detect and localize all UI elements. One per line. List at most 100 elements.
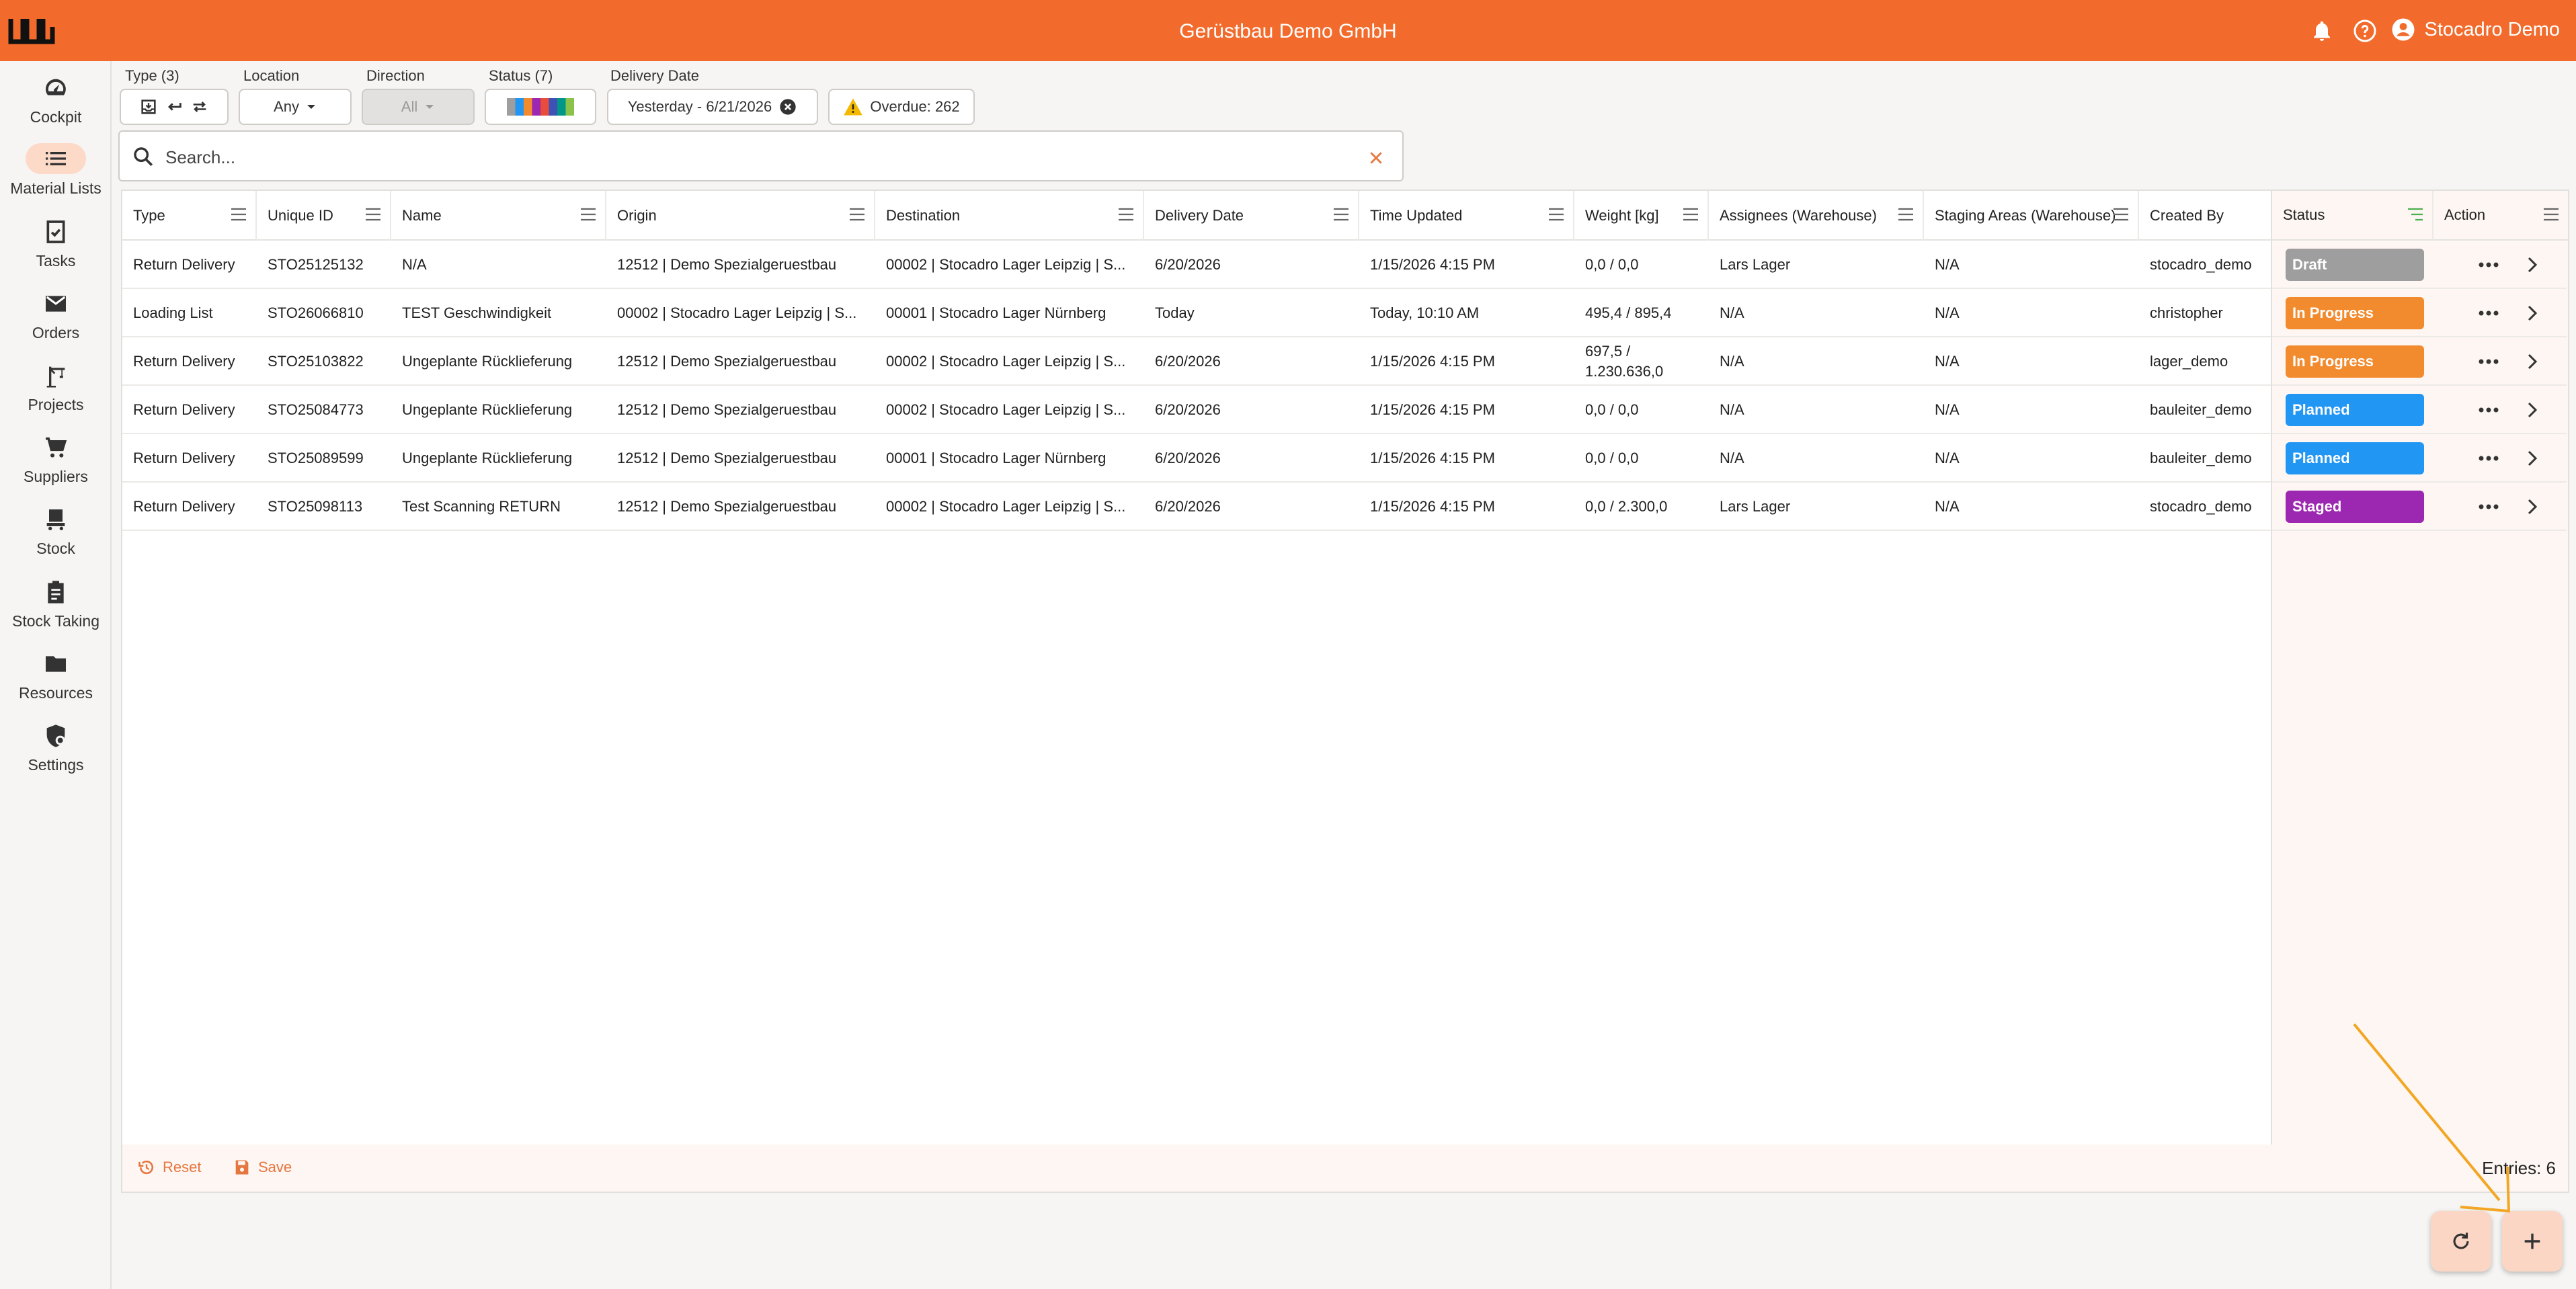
table-row[interactable]: Return Delivery STO25098113 Test Scannin… <box>122 483 2568 531</box>
column-header-delivery-date[interactable]: Delivery Date <box>1144 191 1359 241</box>
column-header-origin[interactable]: Origin <box>606 191 875 241</box>
clear-search-icon[interactable] <box>1367 149 1385 167</box>
cell-type: Return Delivery <box>133 498 235 515</box>
chevron-right-icon[interactable] <box>2522 496 2542 517</box>
delivery-date-filter[interactable]: Yesterday - 6/21/2026 <box>607 89 818 125</box>
location-filter[interactable]: Any <box>239 89 352 125</box>
column-header-weight[interactable]: Weight [kg] <box>1574 191 1709 241</box>
chevron-right-icon[interactable] <box>2522 351 2542 372</box>
cell-unique-id: STO25103822 <box>268 353 364 370</box>
column-header-label: Unique ID <box>268 207 333 224</box>
more-options-icon[interactable] <box>2477 497 2501 516</box>
save-button[interactable]: Save <box>233 1158 292 1177</box>
column-header-label: Staging Areas (Warehouse) <box>1935 207 2116 224</box>
column-menu-icon[interactable] <box>230 207 247 222</box>
column-header-label: Weight [kg] <box>1585 207 1659 224</box>
chevron-right-icon[interactable] <box>2522 302 2542 324</box>
column-header-assignees[interactable]: Assignees (Warehouse) <box>1709 191 1924 241</box>
table-row[interactable]: Return Delivery STO25125132 N/A 12512 | … <box>122 241 2568 289</box>
column-header-destination[interactable]: Destination <box>875 191 1144 241</box>
more-options-icon[interactable] <box>2477 352 2501 371</box>
column-header-name[interactable]: Name <box>391 191 606 241</box>
column-menu-icon[interactable] <box>579 207 597 222</box>
chevron-right-icon[interactable] <box>2522 448 2542 469</box>
cell-name: Ungeplante Rücklieferung <box>402 401 573 418</box>
chevron-down-icon <box>426 105 434 109</box>
cell-origin: 12512 | Demo Spezialgeruestbau <box>617 401 837 418</box>
user-menu[interactable]: Stocadro Demo <box>2391 17 2560 42</box>
cell-origin: 12512 | Demo Spezialgeruestbau <box>617 450 837 466</box>
column-menu-icon[interactable] <box>1117 207 1135 222</box>
column-header-staging-areas[interactable]: Staging Areas (Warehouse) <box>1924 191 2139 241</box>
cell-assignees: Lars Lager <box>1720 256 1791 273</box>
cell-created-by: bauleiter_demo <box>2150 401 2252 418</box>
sidebar-item-cockpit[interactable]: Cockpit <box>0 75 112 126</box>
cell-origin: 12512 | Demo Spezialgeruestbau <box>617 353 837 370</box>
column-menu-icon[interactable] <box>1897 207 1915 222</box>
cell-weight: 0,0 / 0,0 <box>1585 401 1639 418</box>
table-row[interactable]: Return Delivery STO25103822 Ungeplante R… <box>122 337 2568 386</box>
column-header-time-updated[interactable]: Time Updated <box>1359 191 1574 241</box>
add-material-list-button[interactable] <box>2502 1211 2563 1272</box>
search-icon <box>134 147 153 167</box>
app-title: Gerüstbau Demo GmbH <box>1179 20 1397 42</box>
cell-weight: 495,4 / 895,4 <box>1585 304 1672 321</box>
chevron-right-icon[interactable] <box>2522 254 2542 276</box>
sidebar-item-stock-taking[interactable]: Stock Taking <box>0 579 112 630</box>
column-menu-icon[interactable] <box>1547 207 1565 222</box>
save-label: Save <box>258 1159 292 1175</box>
cell-time-updated: 1/15/2026 4:15 PM <box>1370 353 1495 370</box>
active-indicator <box>26 143 86 174</box>
sidebar-item-resources[interactable]: Resources <box>0 651 112 702</box>
column-header-created-by[interactable]: Created By <box>2139 191 2271 241</box>
column-header-status[interactable]: Status <box>2272 191 2433 241</box>
type-filter-label: Type (3) <box>125 67 179 84</box>
chevron-right-icon[interactable] <box>2522 399 2542 421</box>
reset-button[interactable]: Reset <box>137 1158 201 1177</box>
cell-delivery-date: 6/20/2026 <box>1155 450 1221 466</box>
cell-time-updated: 1/15/2026 4:15 PM <box>1370 401 1495 418</box>
more-options-icon[interactable] <box>2477 255 2501 274</box>
status-filter[interactable] <box>485 89 596 125</box>
sidebar-item-orders[interactable]: Orders <box>0 290 112 342</box>
column-menu-icon[interactable] <box>2112 207 2130 222</box>
type-filter[interactable] <box>120 89 229 125</box>
help-icon[interactable] <box>2353 19 2377 43</box>
sort-descending-icon[interactable] <box>2407 207 2424 222</box>
more-options-icon[interactable] <box>2477 401 2501 419</box>
sidebar-item-tasks[interactable]: Tasks <box>0 218 112 270</box>
sidebar-item-stock[interactable]: Stock <box>0 506 112 558</box>
table-header: Type Unique ID Name Origin Destination D… <box>122 191 2568 241</box>
status-badge: In Progress <box>2286 345 2424 378</box>
sidebar-item-material-lists[interactable]: Material Lists <box>0 143 112 198</box>
column-menu-icon[interactable] <box>364 207 382 222</box>
column-header-type[interactable]: Type <box>122 191 257 241</box>
column-header-label: Action <box>2444 206 2486 223</box>
column-menu-icon[interactable] <box>1682 207 1699 222</box>
column-menu-icon[interactable] <box>2542 207 2560 222</box>
more-options-icon[interactable] <box>2477 449 2501 468</box>
direction-filter[interactable]: All <box>362 89 475 125</box>
overdue-chip[interactable]: Overdue: 262 <box>828 89 975 125</box>
cell-type: Return Delivery <box>133 353 235 370</box>
sidebar-item-projects[interactable]: Projects <box>0 362 112 414</box>
cell-destination: 00002 | Stocadro Lager Leipzig | S... <box>886 353 1126 370</box>
table-row[interactable]: Return Delivery STO25084773 Ungeplante R… <box>122 386 2568 434</box>
column-header-unique-id[interactable]: Unique ID <box>257 191 391 241</box>
status-swatch <box>515 98 524 116</box>
refresh-button[interactable] <box>2431 1211 2491 1272</box>
table-row[interactable]: Loading List STO26066810 TEST Geschwindi… <box>122 289 2568 337</box>
cell-time-updated: Today, 10:10 AM <box>1370 304 1480 321</box>
search-input[interactable] <box>165 144 1308 171</box>
column-menu-icon[interactable] <box>848 207 866 222</box>
more-options-icon[interactable] <box>2477 304 2501 323</box>
sidebar-item-suppliers[interactable]: Suppliers <box>0 434 112 486</box>
cell-weight: 0,0 / 0,0 <box>1585 256 1639 273</box>
column-menu-icon[interactable] <box>1332 207 1350 222</box>
table-row[interactable]: Return Delivery STO25089599 Ungeplante R… <box>122 434 2568 483</box>
notifications-bell-icon[interactable] <box>2310 19 2334 43</box>
sidebar-item-settings[interactable]: Settings <box>0 722 112 774</box>
cell-weight: 0,0 / 2.300,0 <box>1585 498 1668 515</box>
column-header-action[interactable]: Action <box>2433 191 2568 241</box>
clear-circle-icon[interactable] <box>778 97 797 116</box>
